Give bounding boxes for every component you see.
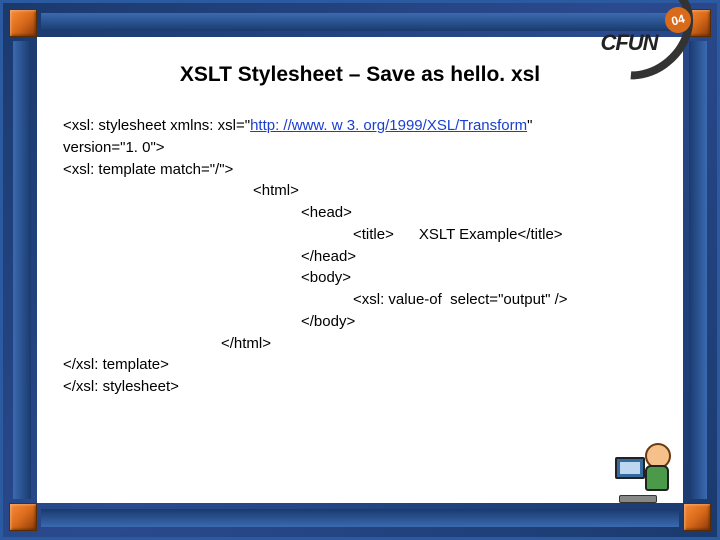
code-line: </html>	[63, 333, 657, 355]
mascot-icon	[609, 439, 679, 509]
code-line: <xsl: value-of select="output" />	[63, 289, 657, 311]
cfun-logo: CFUN 04	[569, 13, 689, 73]
frame-corner-bl	[9, 503, 37, 531]
slide-body: CFUN 04 XSLT Stylesheet – Save as hello.…	[37, 37, 683, 503]
code-line: <xsl: stylesheet xmlns: xsl="http: //www…	[63, 115, 657, 137]
code-line: <html>	[63, 180, 657, 202]
frame-edge-left	[13, 41, 31, 499]
code-block: <xsl: stylesheet xmlns: xsl="http: //www…	[63, 115, 657, 398]
mascot-body-icon	[645, 465, 669, 491]
code-line: </body>	[63, 311, 657, 333]
code-line: <body>	[63, 267, 657, 289]
code-line: <xsl: template match="/">	[63, 159, 657, 181]
monitor-icon	[615, 457, 645, 479]
slide-title: XSLT Stylesheet – Save as hello. xsl	[63, 63, 657, 87]
frame-corner-tl	[9, 9, 37, 37]
code-text: <xsl: stylesheet xmlns: xsl="	[63, 117, 250, 134]
keyboard-icon	[619, 495, 657, 503]
slide-frame: CFUN 04 XSLT Stylesheet – Save as hello.…	[0, 0, 720, 540]
code-text: "	[527, 117, 532, 134]
code-line: <title> XSLT Example</title>	[63, 224, 657, 246]
code-line: </head>	[63, 246, 657, 268]
frame-corner-br	[683, 503, 711, 531]
code-line: </xsl: stylesheet>	[63, 376, 657, 398]
logo-text: CFUN	[600, 30, 657, 56]
code-line: </xsl: template>	[63, 354, 657, 376]
code-line: <head>	[63, 202, 657, 224]
code-line: version="1. 0">	[63, 137, 657, 159]
xslt-namespace-link[interactable]: http: //www. w 3. org/1999/XSL/Transform	[250, 117, 527, 134]
frame-edge-right	[689, 41, 707, 499]
frame-edge-bottom	[41, 509, 679, 527]
